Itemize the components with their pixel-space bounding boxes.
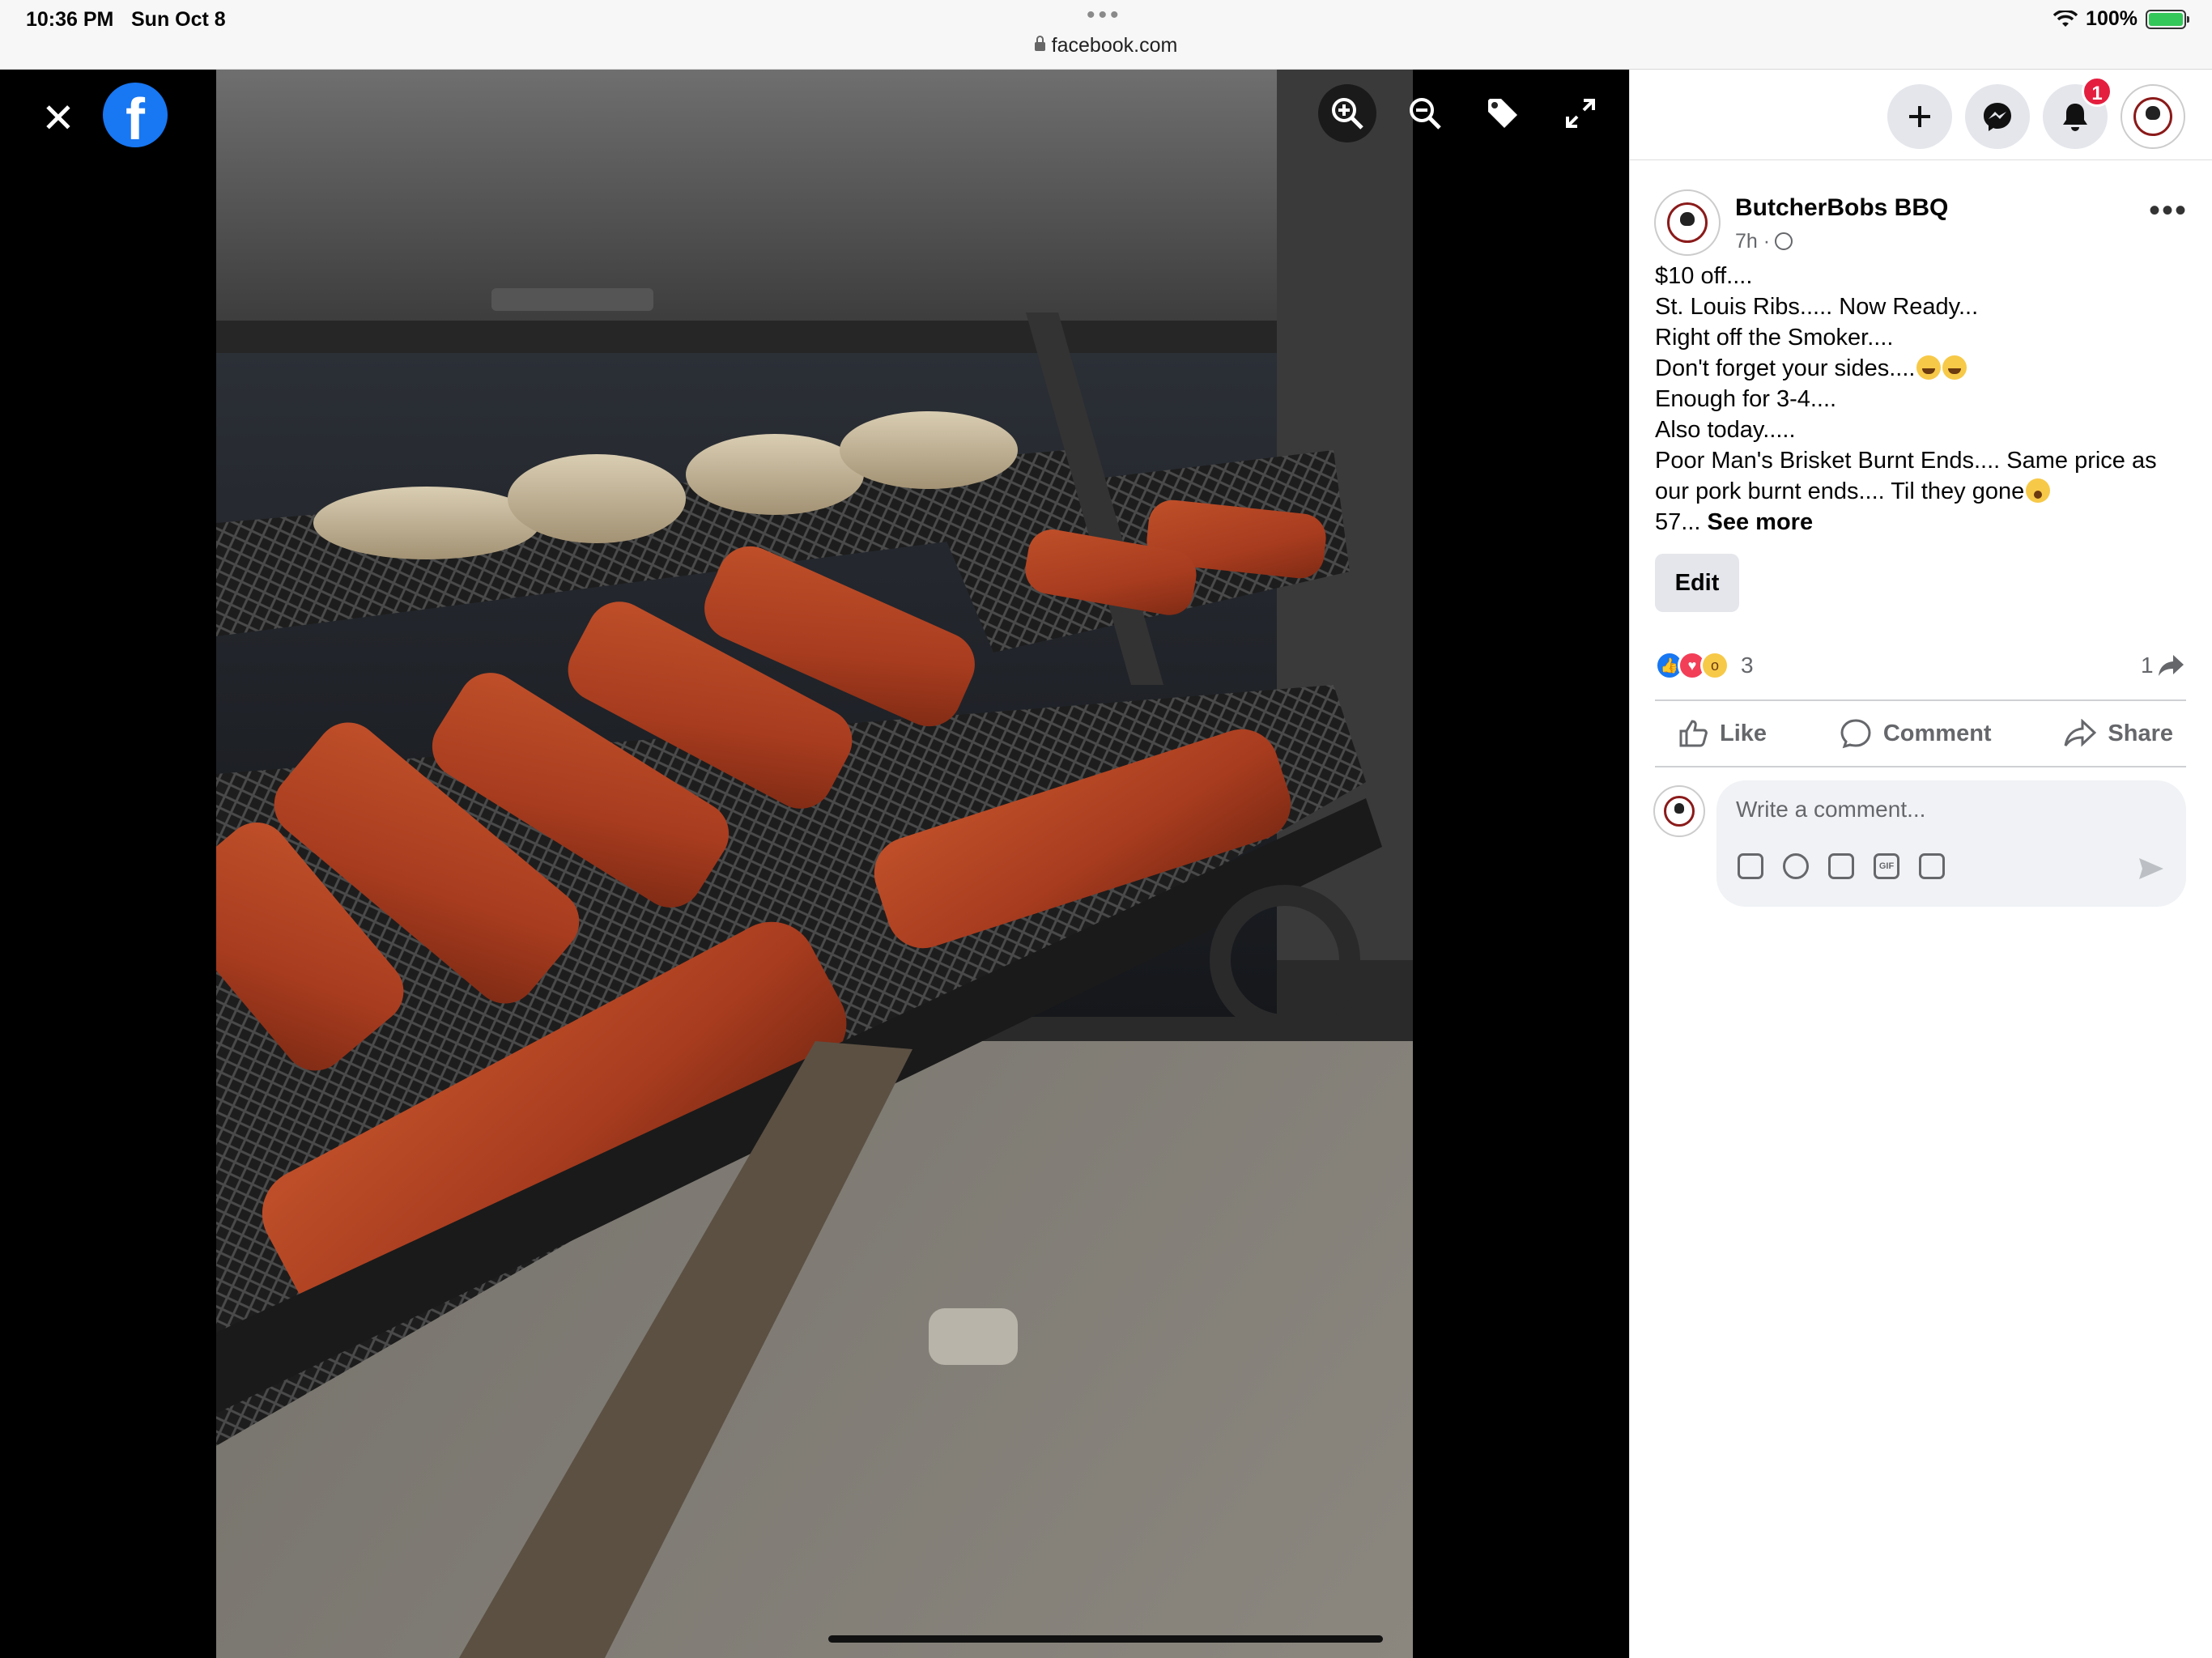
edit-button[interactable]: Edit (1655, 554, 1739, 612)
home-indicator[interactable] (828, 1635, 1383, 1643)
share-arrow-icon (2158, 655, 2184, 676)
fullscreen-icon[interactable] (1551, 84, 1610, 142)
account-avatar[interactable] (2121, 84, 2185, 149)
post-line: Enough for 3-4.... (1655, 386, 1837, 412)
comment-input[interactable] (1736, 797, 2157, 823)
post-text: $10 off.... St. Louis Ribs..... Now Read… (1655, 261, 2186, 538)
share-button[interactable]: Share (2064, 719, 2173, 748)
post-time-text: 7h · (1735, 230, 1771, 253)
notification-badge: 1 (2082, 76, 2112, 107)
share-count[interactable]: 1 (2141, 653, 2184, 678)
comment-tools: GIF (1738, 853, 1945, 879)
like-label: Like (1720, 720, 1767, 746)
notifications-button[interactable]: 1 (2043, 76, 2112, 149)
wow-reaction-icon: o (1700, 651, 1729, 680)
smile-emoji-icon (1942, 355, 1967, 380)
camera-icon[interactable] (1828, 853, 1854, 879)
tag-icon[interactable] (1474, 84, 1532, 142)
share-icon (2064, 719, 2097, 747)
sticker-icon[interactable] (1919, 853, 1945, 879)
post-line: Poor Man's Brisket Burnt Ends.... Same p… (1655, 448, 2157, 474)
comment-button[interactable]: Comment (1840, 718, 1992, 749)
post-line: our pork burnt ends.... Til they gone (1655, 478, 2025, 504)
more-options-icon[interactable]: ••• (2149, 194, 2188, 227)
share-label: Share (2108, 720, 2173, 746)
reaction-summary[interactable]: 👍 ♥ o 3 (1655, 651, 1754, 680)
like-button[interactable]: Like (1678, 718, 1767, 749)
comment-composer: GIF (1716, 780, 2186, 907)
avatar-sticker-icon[interactable] (1738, 853, 1763, 879)
commenter-avatar[interactable] (1653, 785, 1705, 837)
gif-icon[interactable]: GIF (1874, 853, 1899, 879)
photo-viewer: ✕ f (0, 70, 1629, 1658)
messenger-icon (1984, 103, 2011, 131)
status-time: 10:36 PM (26, 8, 114, 31)
post-line-with-emoji: Don't forget your sides.... (1655, 353, 2186, 384)
wifi-icon (2053, 10, 2078, 27)
emoji-icon[interactable] (1783, 853, 1809, 879)
comment-icon (1840, 719, 1871, 749)
post-header: ButcherBobs BBQ 7h · ••• (1630, 160, 2212, 256)
create-button[interactable] (1887, 84, 1952, 149)
globe-icon (1775, 232, 1793, 250)
close-icon[interactable]: ✕ (36, 96, 81, 141)
author-name[interactable]: ButcherBobs BBQ (1735, 194, 1948, 222)
thumbs-up-icon (1679, 720, 1708, 747)
battery-percent: 100% (2086, 7, 2138, 30)
messenger-button[interactable] (1965, 84, 2030, 149)
zoom-out-icon[interactable] (1396, 84, 1454, 142)
battery-icon (2146, 9, 2189, 29)
post-line: $10 off.... (1655, 263, 1753, 289)
grin-emoji-icon (1916, 355, 1942, 380)
post-line: St. Louis Ribs..... Now Ready... (1655, 294, 1979, 320)
send-icon[interactable] (2138, 857, 2165, 881)
post-photo[interactable] (216, 70, 1413, 1658)
post-timestamp[interactable]: 7h · (1735, 230, 1793, 253)
wow-emoji-icon (2026, 478, 2051, 503)
multitasking-dots-icon[interactable]: ••• (1087, 2, 1122, 29)
post-line: Don't forget your sides.... (1655, 355, 1916, 381)
url-text: facebook.com (1051, 34, 1178, 57)
status-indicators: 100% (2053, 7, 2189, 31)
url-bar[interactable]: facebook.com (0, 34, 2212, 57)
see-more-link[interactable]: See more (1708, 509, 1814, 535)
lock-icon (1034, 36, 1045, 51)
status-bar: 10:36 PM Sun Oct 8 ••• facebook.com 100% (0, 0, 2212, 70)
post-line: Right off the Smoker.... (1655, 325, 1894, 351)
bell-icon (2063, 104, 2087, 131)
post-line-last: 57... See more (1655, 507, 2186, 538)
viewer-toolbar (1318, 84, 1610, 142)
post-line: 57... (1655, 509, 1701, 535)
post-actions: Like Comment Share (1655, 699, 2186, 767)
author-avatar[interactable] (1654, 189, 1721, 256)
post-line-with-emoji: our pork burnt ends.... Til they gone (1655, 476, 2186, 507)
share-count-value: 1 (2141, 653, 2154, 678)
top-nav: 1 (1630, 70, 2212, 160)
facebook-logo[interactable]: f (103, 83, 168, 147)
zoom-in-icon[interactable] (1318, 84, 1376, 142)
plus-icon (1909, 106, 1930, 127)
post-line: Also today..... (1655, 417, 1796, 443)
status-date: Sun Oct 8 (131, 8, 226, 31)
comment-label: Comment (1882, 720, 1992, 746)
reaction-count: 3 (1741, 653, 1754, 678)
